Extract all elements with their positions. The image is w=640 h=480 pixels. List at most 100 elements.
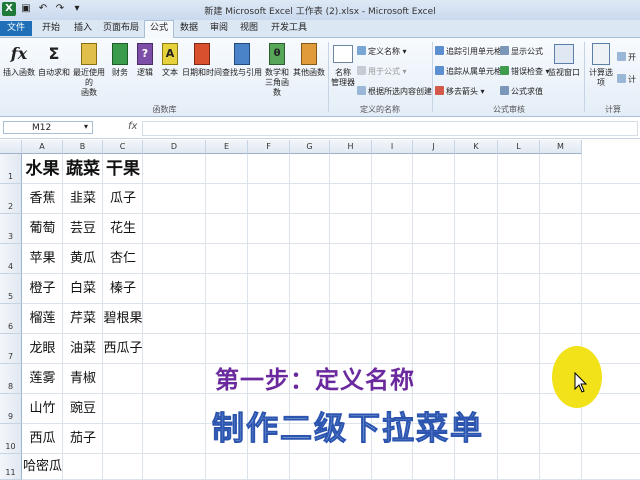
watch-window-button[interactable]: 监视窗口 xyxy=(547,42,581,78)
name-box[interactable]: M12 xyxy=(3,121,93,134)
row-header-2[interactable]: 2 xyxy=(0,184,22,214)
tutorial-subtitle-text: 制作二级下拉菜单 xyxy=(211,409,485,448)
tab-developer[interactable]: 开发工具 xyxy=(265,21,313,36)
calculate-now-icon xyxy=(617,52,626,61)
cell-fruit[interactable]: 西瓜 xyxy=(22,424,63,454)
cell-fruit[interactable]: 山竹 xyxy=(22,394,63,424)
text-button[interactable]: A 文本 xyxy=(158,42,182,78)
more-functions-button[interactable]: 其他函数 xyxy=(293,42,325,78)
window-title: 新建 Microsoft Excel 工作表 (2).xlsx - Micros… xyxy=(204,7,436,17)
cell-nut[interactable]: 瓜子 xyxy=(103,184,143,214)
tab-review[interactable]: 审阅 xyxy=(205,21,233,36)
column-header-G[interactable]: G xyxy=(290,140,330,154)
column-header-B[interactable]: B xyxy=(63,140,103,154)
row-header-3[interactable]: 3 xyxy=(0,214,22,244)
column-header-M[interactable]: M xyxy=(540,140,582,154)
cell-fruit[interactable]: 榴莲 xyxy=(22,304,63,334)
row-header-6[interactable]: 6 xyxy=(0,304,22,334)
column-header-J[interactable]: J xyxy=(413,140,455,154)
remove-arrows-button[interactable]: 移去箭头 ▾ xyxy=(435,86,485,97)
row-header-9[interactable]: 9 xyxy=(0,394,22,424)
row-header-8[interactable]: 8 xyxy=(0,364,22,394)
row-header-5[interactable]: 5 xyxy=(0,274,22,304)
tab-view[interactable]: 视图 xyxy=(235,21,263,36)
evaluate-formula-button[interactable]: 公式求值 xyxy=(500,86,543,97)
row-header-4[interactable]: 4 xyxy=(0,244,22,274)
cell-fruit[interactable]: 葡萄 xyxy=(22,214,63,244)
cell-vegetable[interactable]: 白菜 xyxy=(63,274,103,304)
insert-function-button[interactable]: fx 插入函数 xyxy=(2,42,36,78)
cell-fruit[interactable]: 橙子 xyxy=(22,274,63,304)
cell-nut[interactable]: 榛子 xyxy=(103,274,143,304)
column-header-H[interactable]: H xyxy=(330,140,372,154)
select-all-corner[interactable] xyxy=(0,140,22,154)
tab-insert[interactable]: 插入 xyxy=(68,21,98,36)
name-box-dropdown-icon[interactable]: ▾ xyxy=(84,122,88,131)
recent-functions-button[interactable]: 最近使用的 函数 xyxy=(70,42,108,98)
cell-fruit[interactable]: 龙眼 xyxy=(22,334,63,364)
cell-fruit[interactable]: 哈密瓜 xyxy=(22,454,63,480)
cell-nut[interactable]: 杏仁 xyxy=(103,244,143,274)
calculation-options-button[interactable]: 计算选项 xyxy=(586,42,616,88)
calculate-sheet-button[interactable]: 计 xyxy=(617,74,636,85)
define-name-button[interactable]: 定义名称 ▾ xyxy=(357,46,407,57)
tab-data[interactable]: 数据 xyxy=(175,21,203,36)
column-header-A[interactable]: A xyxy=(22,140,63,154)
cell-vegetable[interactable]: 芹菜 xyxy=(63,304,103,334)
cell-fruit[interactable]: 香蕉 xyxy=(22,184,63,214)
datetime-button[interactable]: 日期和时间 xyxy=(182,42,222,78)
row-header-11[interactable]: 11 xyxy=(0,454,22,480)
formula-input[interactable] xyxy=(142,121,638,136)
trace-precedents-button[interactable]: 追踪引用单元格 xyxy=(435,46,502,57)
math-trig-button[interactable]: θ 数学和 三角函数 xyxy=(262,42,292,98)
calculate-now-button[interactable]: 开 xyxy=(617,52,636,63)
column-header-L[interactable]: L xyxy=(498,140,540,154)
row-header-7[interactable]: 7 xyxy=(0,334,22,364)
use-in-formula-button[interactable]: 用于公式 ▾ xyxy=(357,66,407,77)
cell-vegetable[interactable]: 油菜 xyxy=(63,334,103,364)
lookup-button[interactable]: 查找与引用 xyxy=(222,42,262,78)
cell-vegetable[interactable]: 韭菜 xyxy=(63,184,103,214)
cell-vegetable[interactable]: 茄子 xyxy=(63,424,103,454)
use-in-formula-icon xyxy=(357,66,366,75)
autosum-button[interactable]: Σ 自动求和 xyxy=(38,42,70,78)
financial-button[interactable]: 财务 xyxy=(108,42,132,78)
gridline xyxy=(22,453,640,454)
show-formulas-button[interactable]: 显示公式 xyxy=(500,46,543,57)
row-header-1[interactable]: 1 xyxy=(0,154,22,184)
tab-formulas[interactable]: 公式 xyxy=(144,20,174,38)
tab-file[interactable]: 文件 xyxy=(0,21,32,36)
error-checking-button[interactable]: 错误检查 ▾ xyxy=(500,66,550,77)
cell-header[interactable]: 蔬菜 xyxy=(63,154,103,184)
column-header-F[interactable]: F xyxy=(248,140,290,154)
cell-nut[interactable]: 花生 xyxy=(103,214,143,244)
name-manager-button[interactable]: 名称 管理器 xyxy=(330,42,356,88)
show-formulas-icon xyxy=(500,46,509,55)
trace-dependents-button[interactable]: 追踪从属单元格 xyxy=(435,66,502,77)
create-from-selection-button[interactable]: 根据所选内容创建 xyxy=(357,86,432,97)
financial-book-icon xyxy=(109,42,131,66)
row-header-10[interactable]: 10 xyxy=(0,424,22,454)
cell-vegetable[interactable]: 豌豆 xyxy=(63,394,103,424)
column-header-C[interactable]: C xyxy=(103,140,143,154)
column-header-D[interactable]: D xyxy=(143,140,206,154)
logical-button[interactable]: ? 逻辑 xyxy=(133,42,157,78)
cell-fruit[interactable]: 莲雾 xyxy=(22,364,63,394)
insert-function-fx-icon[interactable]: fx xyxy=(128,121,137,132)
column-header-K[interactable]: K xyxy=(455,140,498,154)
cell-header[interactable]: 干果 xyxy=(103,154,143,184)
gridline xyxy=(497,154,498,480)
cell-vegetable[interactable]: 青椒 xyxy=(63,364,103,394)
tab-page-layout[interactable]: 页面布局 xyxy=(100,21,142,36)
cell-nut[interactable]: 西瓜子 xyxy=(103,334,143,364)
column-header-E[interactable]: E xyxy=(206,140,248,154)
cell-vegetable[interactable]: 芸豆 xyxy=(63,214,103,244)
group-label-function-library: 函数库 xyxy=(152,105,177,114)
cell-fruit[interactable]: 苹果 xyxy=(22,244,63,274)
cell-nut[interactable]: 碧根果 xyxy=(103,304,143,334)
cell-vegetable[interactable]: 黄瓜 xyxy=(63,244,103,274)
column-header-I[interactable]: I xyxy=(372,140,413,154)
tab-home[interactable]: 开始 xyxy=(36,21,66,36)
gridline xyxy=(539,154,540,480)
cell-header[interactable]: 水果 xyxy=(22,154,63,184)
